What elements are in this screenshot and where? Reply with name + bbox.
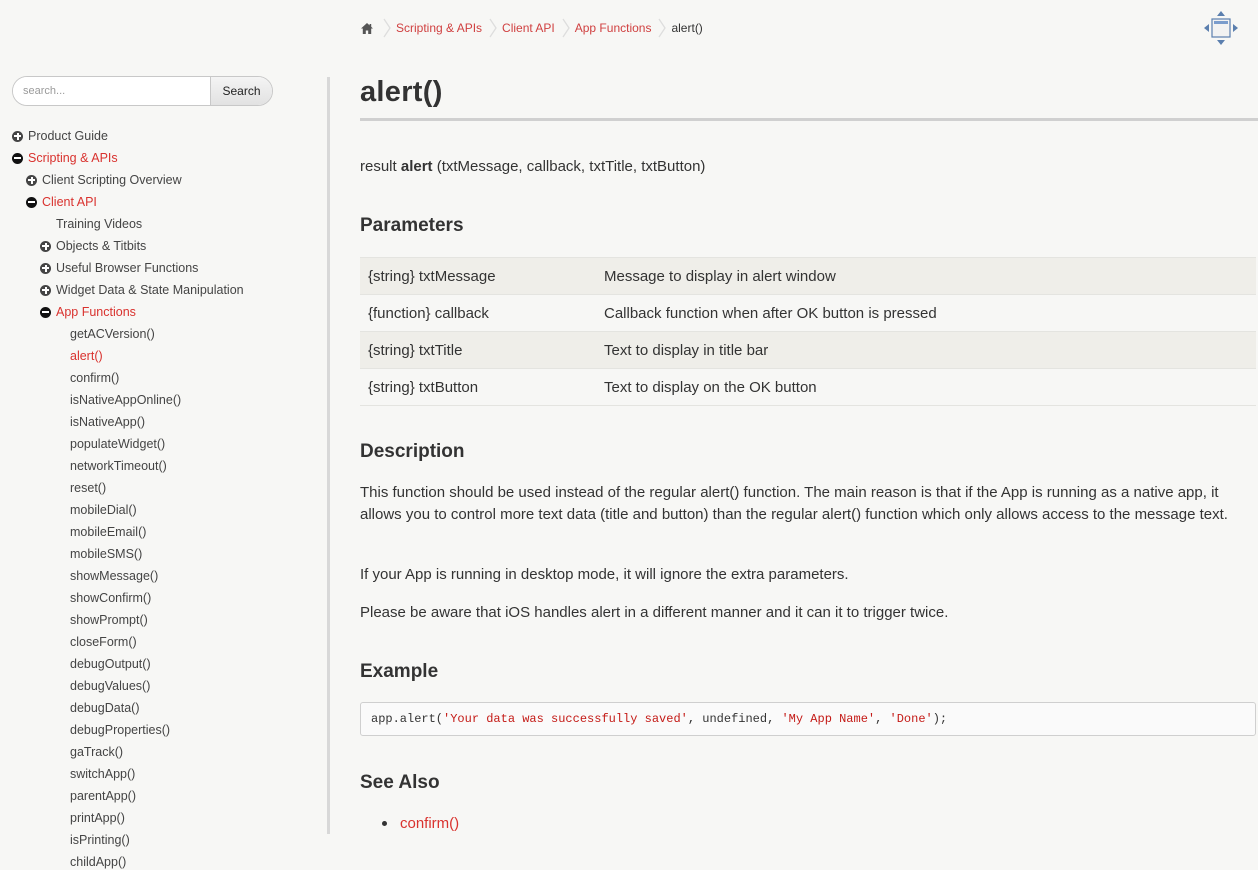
nav-item-useful-browser-functions[interactable]: Useful Browser Functions — [0, 257, 320, 279]
nav-item-function[interactable]: parentApp() — [0, 785, 320, 807]
param-name: {string} txtButton — [368, 378, 479, 396]
description-paragraph: This function should be used instead of … — [360, 484, 1228, 523]
nav-item-function[interactable]: isPrinting() — [0, 829, 320, 851]
see-also-heading: See Also — [360, 772, 440, 793]
nav-item-function[interactable]: gaTrack() — [0, 741, 320, 763]
nav-item-objects-titbits[interactable]: Objects & Titbits — [0, 235, 320, 257]
collapse-minus-icon[interactable] — [12, 152, 23, 164]
nav-item-function[interactable]: showConfirm() — [0, 587, 320, 609]
param-description: Message to display in alert window — [604, 267, 836, 285]
expand-plus-icon[interactable] — [40, 284, 51, 296]
table-row: {string} txtTitle Text to display in tit… — [360, 331, 1256, 369]
search-input[interactable] — [13, 77, 210, 105]
nav-item-function[interactable]: showPrompt() — [0, 609, 320, 631]
nav-item-label: Widget Data & State Manipulation — [56, 283, 244, 297]
nav-item-function[interactable]: closeForm() — [0, 631, 320, 653]
nav-item-widget-data[interactable]: Widget Data & State Manipulation — [0, 279, 320, 301]
nav-item-function[interactable]: populateWidget() — [0, 433, 320, 455]
code-text: , undefined, — [687, 712, 782, 726]
nav-item-function[interactable]: confirm() — [0, 367, 320, 389]
param-name: {string} txtMessage — [368, 267, 496, 285]
bullet-icon — [382, 821, 387, 826]
param-name: {string} txtTitle — [368, 341, 463, 359]
nav-item-function[interactable]: childApp() — [0, 851, 320, 870]
nav-item-label: Objects & Titbits — [56, 239, 147, 253]
param-description: Text to display in title bar — [604, 341, 769, 359]
example-heading: Example — [360, 661, 439, 682]
expand-plus-icon[interactable] — [40, 262, 51, 274]
nav-item-training-videos[interactable]: Training Videos — [0, 213, 320, 235]
code-string: 'My App Name' — [781, 712, 876, 726]
see-also-list: confirm() — [382, 815, 459, 832]
sidebar-divider — [327, 77, 330, 834]
search-form: Search — [12, 76, 273, 106]
nav-item-app-functions[interactable]: App Functions — [0, 301, 320, 323]
table-row: {function} callback Callback function wh… — [360, 294, 1256, 332]
nav-item-client-scripting-overview[interactable]: Client Scripting Overview — [0, 169, 320, 191]
parameters-table: {string} txtMessage Message to display i… — [360, 257, 1256, 406]
nav-item-function[interactable]: switchApp() — [0, 763, 320, 785]
collapse-minus-icon[interactable] — [26, 196, 37, 208]
table-row: {string} txtMessage Message to display i… — [360, 257, 1256, 295]
expand-plus-icon[interactable] — [40, 240, 51, 252]
param-name: {function} callback — [368, 304, 489, 322]
code-example: app.alert('Your data was successfully sa… — [360, 702, 1256, 736]
code-string: 'Done' — [889, 712, 933, 726]
signature-name: alert — [400, 158, 433, 175]
expand-plus-icon[interactable] — [26, 174, 37, 186]
expand-plus-icon[interactable] — [12, 130, 23, 142]
nav-tree: Product Guide Scripting & APIs Client Sc… — [0, 125, 320, 870]
nav-item-function[interactable]: mobileEmail() — [0, 521, 320, 543]
table-row: {string} txtButton Text to display on th… — [360, 368, 1256, 406]
nav-item-label: Training Videos — [56, 217, 143, 231]
nav-item-label: App Functions — [56, 305, 136, 319]
sidebar: Search Product Guide Scripting & APIs Cl… — [0, 0, 330, 870]
nav-item-client-api[interactable]: Client API — [0, 191, 320, 213]
nav-item-function[interactable]: mobileSMS() — [0, 543, 320, 565]
nav-item-label: Client API — [42, 195, 97, 209]
description-paragraph: Please be aware that iOS handles alert i… — [360, 604, 949, 621]
nav-item-label: Client Scripting Overview — [42, 173, 182, 187]
signature-prefix: result — [360, 158, 401, 175]
nav-item-function[interactable]: getACVersion() — [0, 323, 320, 345]
nav-item-label: Scripting & APIs — [28, 151, 118, 165]
param-description: Callback function when after OK button i… — [604, 304, 937, 322]
search-button[interactable]: Search — [210, 77, 272, 105]
nav-item-function[interactable]: debugData() — [0, 697, 320, 719]
page-title: alert() — [360, 76, 443, 108]
description-paragraph: If your App is running in desktop mode, … — [360, 566, 849, 583]
parameters-heading: Parameters — [360, 215, 464, 236]
nav-item-function[interactable]: debugValues() — [0, 675, 320, 697]
see-also-link-confirm[interactable]: confirm() — [400, 815, 459, 832]
nav-item-function[interactable]: debugProperties() — [0, 719, 320, 741]
code-text: app.alert( — [371, 712, 444, 726]
nav-item-function[interactable]: mobileDial() — [0, 499, 320, 521]
nav-item-product-guide[interactable]: Product Guide — [0, 125, 320, 147]
description-heading: Description — [360, 441, 465, 462]
nav-item-function[interactable]: isNativeAppOnline() — [0, 389, 320, 411]
nav-item-function[interactable]: networkTimeout() — [0, 455, 320, 477]
function-signature: result alert (txtMessage, callback, txtT… — [360, 158, 705, 175]
title-divider — [360, 118, 1258, 121]
list-item: confirm() — [382, 815, 459, 832]
collapse-minus-icon[interactable] — [40, 306, 51, 318]
nav-item-label: Product Guide — [28, 129, 108, 143]
nav-item-function[interactable]: isNativeApp() — [0, 411, 320, 433]
nav-item-function[interactable]: debugOutput() — [0, 653, 320, 675]
nav-item-function[interactable]: showMessage() — [0, 565, 320, 587]
nav-item-label: Useful Browser Functions — [56, 261, 199, 275]
nav-item-function[interactable]: printApp() — [0, 807, 320, 829]
nav-item-scripting-apis[interactable]: Scripting & APIs — [0, 147, 320, 169]
param-description: Text to display on the OK button — [604, 378, 817, 396]
main-content: alert() result alert (txtMessage, callba… — [360, 0, 1258, 870]
code-text: , — [875, 712, 890, 726]
nav-item-function-active[interactable]: alert() — [0, 345, 320, 367]
code-text: ); — [932, 712, 948, 726]
nav-item-function[interactable]: reset() — [0, 477, 320, 499]
code-string: 'Your data was successfully saved' — [443, 712, 688, 726]
signature-params: (txtMessage, callback, txtTitle, txtButt… — [432, 158, 706, 175]
